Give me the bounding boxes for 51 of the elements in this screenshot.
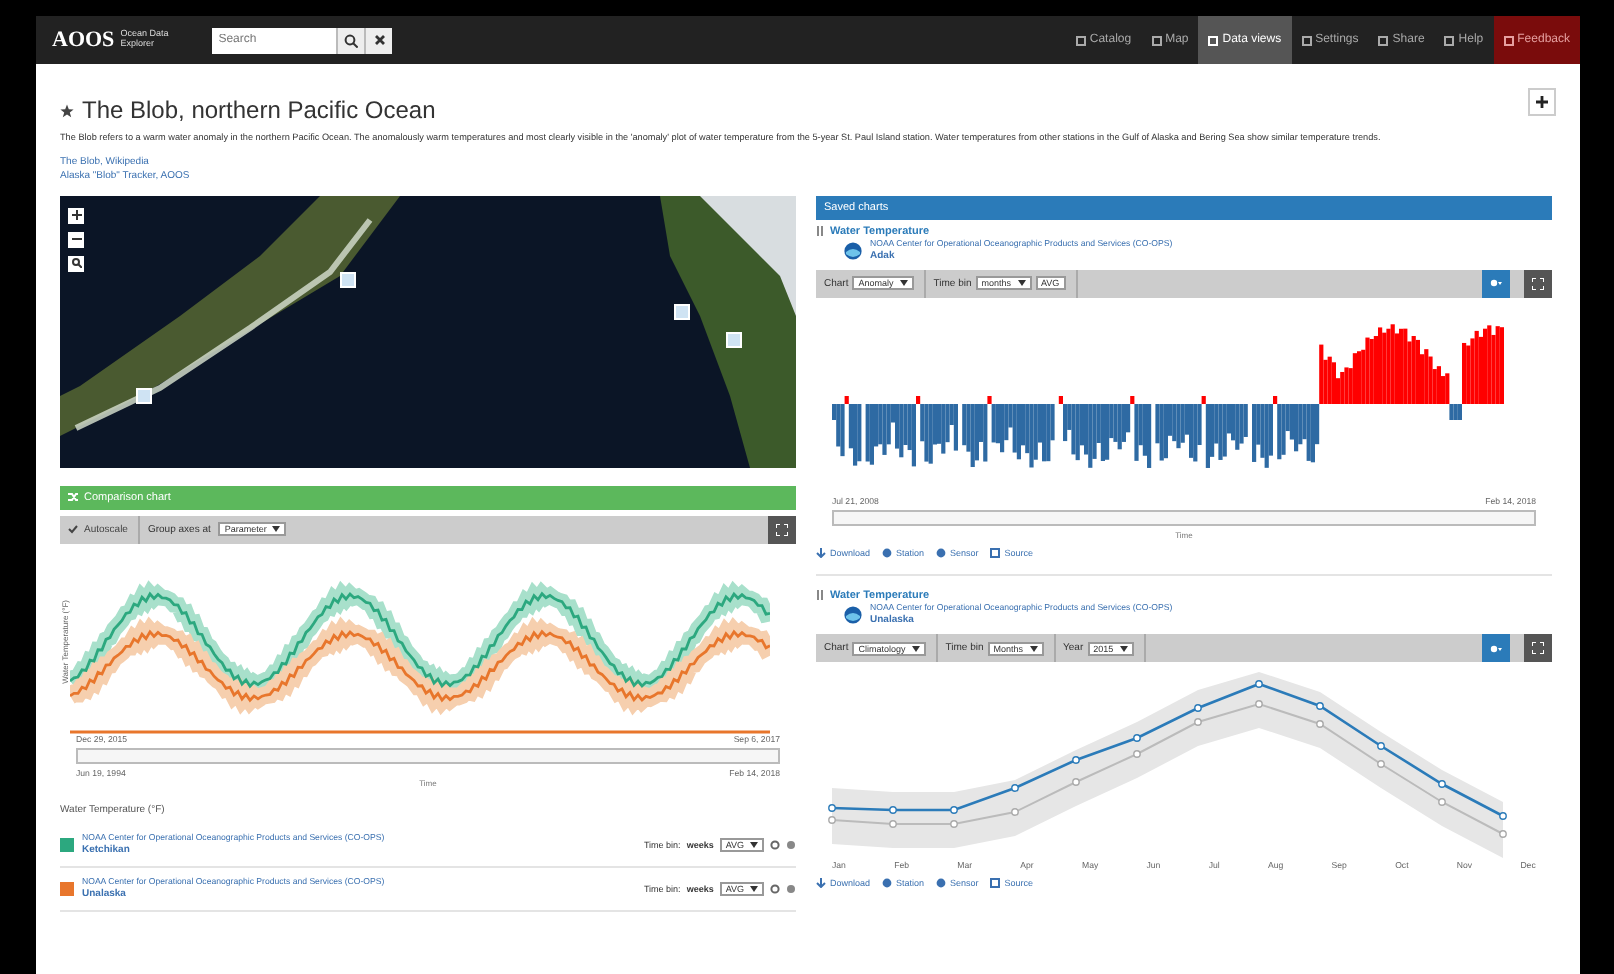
zoom-out-button[interactable]: [68, 231, 84, 248]
menu-item-icon: [1301, 35, 1312, 45]
satellite-map[interactable]: [60, 195, 796, 468]
agency-logo-icon: [844, 605, 862, 624]
caret-icon: [1017, 280, 1026, 287]
logo-text: AOOS: [52, 28, 115, 52]
drag-handle-icon: [816, 590, 824, 601]
caret-icon: [750, 841, 758, 848]
agency-logo-icon: [844, 241, 862, 260]
drag-handle-icon: [816, 226, 824, 237]
menu-item-icon: [1151, 35, 1162, 45]
search-icon: [344, 33, 359, 47]
caret-icon: [272, 526, 281, 533]
page-title: The Blob, northern Pacific Ocean: [82, 96, 436, 124]
menu-item-icon: [1208, 35, 1219, 45]
document-icon: [990, 547, 1001, 558]
map-marker-icon[interactable]: [674, 303, 690, 320]
menu-item-icon: [1378, 35, 1389, 45]
star-icon: [60, 103, 74, 117]
zoom-area-button[interactable]: [68, 255, 84, 272]
expand-button[interactable]: [1524, 269, 1552, 298]
menu-item-icon: [1444, 35, 1455, 45]
expand-icon: [1532, 277, 1544, 290]
expand-icon: [1532, 642, 1544, 654]
plus-icon: [1536, 96, 1548, 108]
caret-icon: [1119, 645, 1128, 651]
shuffle-icon: [68, 492, 78, 503]
download-icon: [816, 878, 826, 888]
options-button[interactable]: [1482, 269, 1510, 298]
clear-button[interactable]: [364, 27, 393, 53]
search-icon: [71, 258, 81, 269]
caret-icon: [750, 885, 758, 892]
options-button[interactable]: [1482, 634, 1510, 662]
expand-icon: [776, 523, 788, 536]
menu-item-icon: [1075, 35, 1086, 45]
check-icon: [68, 524, 78, 535]
download-icon: [816, 547, 826, 558]
caret-icon: [911, 645, 920, 651]
add-button[interactable]: [1528, 88, 1556, 116]
search-button[interactable]: [336, 27, 365, 53]
caret-icon: [899, 280, 908, 287]
close-icon: [373, 34, 386, 46]
menu-item-icon: [1503, 35, 1514, 45]
expand-button[interactable]: [1524, 634, 1552, 662]
map-marker-icon[interactable]: [340, 271, 356, 288]
minus-icon: [71, 234, 81, 245]
zoom-in-button[interactable]: [68, 207, 84, 224]
expand-button[interactable]: [768, 515, 796, 544]
plus-icon: [71, 210, 81, 221]
document-icon: [990, 878, 1001, 888]
caret-icon: [1029, 645, 1038, 651]
